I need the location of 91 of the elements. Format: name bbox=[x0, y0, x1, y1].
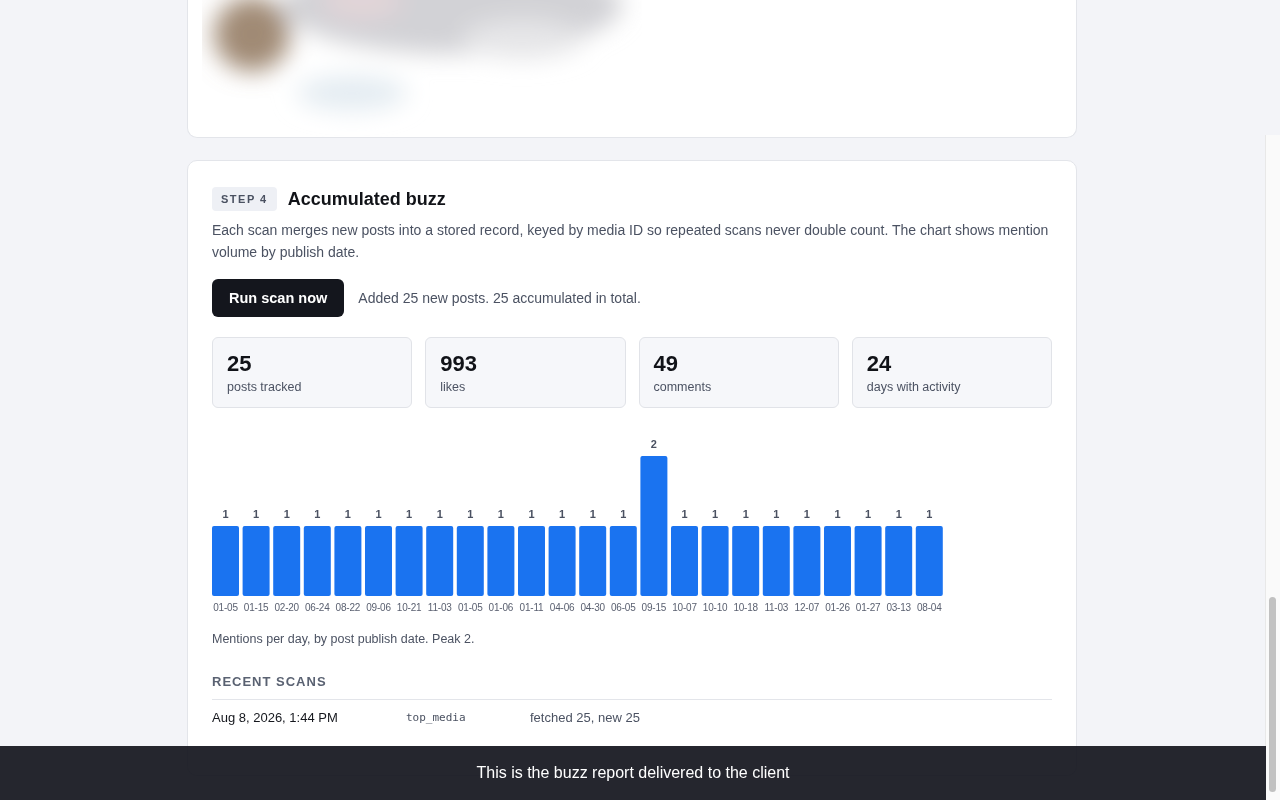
value-label: 1 bbox=[222, 508, 229, 520]
bar bbox=[824, 526, 851, 596]
run-scan-button[interactable]: Run scan now bbox=[212, 279, 345, 317]
section-title: Accumulated buzz bbox=[287, 188, 446, 210]
axis-label: 06-24 bbox=[305, 602, 330, 613]
bar bbox=[548, 526, 576, 596]
value-label: 1 bbox=[559, 508, 566, 520]
stat-value: 24 bbox=[866, 351, 893, 377]
axis-label: 11-03 bbox=[427, 602, 452, 613]
bar bbox=[303, 526, 331, 596]
value-label: 1 bbox=[712, 508, 719, 520]
value-label: 1 bbox=[406, 508, 413, 520]
bar bbox=[762, 526, 790, 596]
axis-label: 08-22 bbox=[335, 602, 361, 613]
axis-label: 10-18 bbox=[733, 602, 758, 613]
axis-label: 08-04 bbox=[917, 602, 942, 613]
axis-label: 10-07 bbox=[672, 602, 697, 613]
bar bbox=[426, 526, 454, 596]
axis-label: 01-26 bbox=[825, 602, 850, 613]
axis-label: 04-30 bbox=[580, 602, 605, 613]
bar bbox=[212, 526, 239, 596]
axis-label: 01-27 bbox=[855, 602, 881, 613]
bar bbox=[365, 526, 392, 596]
value-label: 1 bbox=[742, 508, 749, 520]
table-cell: fetched 25, new 25 bbox=[530, 710, 640, 725]
bar bbox=[518, 526, 545, 596]
table-cell-text: Aug 8, 2026, 1:44 PM bbox=[212, 710, 339, 725]
value-label: 1 bbox=[589, 508, 596, 520]
bar bbox=[273, 526, 301, 596]
stat-label: posts tracked bbox=[227, 380, 303, 394]
axis-label: 09-06 bbox=[366, 602, 391, 613]
stat-label: days with activity bbox=[866, 380, 962, 394]
value-label: 1 bbox=[620, 508, 627, 520]
value-label: 1 bbox=[681, 508, 688, 520]
bar bbox=[854, 526, 882, 596]
step-badge: STEP 4 bbox=[212, 187, 277, 211]
value-label: 1 bbox=[926, 508, 933, 520]
table-cell-text: top_media bbox=[406, 711, 467, 724]
bar bbox=[701, 526, 729, 596]
axis-label: 10-21 bbox=[396, 602, 422, 613]
chart-caption: Mentions per day, by post publish date. Peak 2. bbox=[212, 632, 476, 646]
value-label: 1 bbox=[375, 508, 382, 520]
bar bbox=[915, 526, 943, 596]
axis-label: 01-15 bbox=[243, 602, 269, 613]
stat-value: 25 bbox=[227, 351, 253, 377]
value-label: 1 bbox=[467, 508, 474, 520]
axis-label: 01-05 bbox=[458, 602, 483, 613]
bar bbox=[579, 526, 607, 596]
bar bbox=[732, 526, 760, 596]
stat-label: comments bbox=[653, 380, 713, 394]
axis-label: 02-20 bbox=[274, 602, 299, 613]
value-label: 1 bbox=[314, 508, 321, 520]
axis-label: 06-05 bbox=[611, 602, 636, 613]
axis-label: 01-11 bbox=[519, 602, 544, 613]
caption-text: This is the buzz report delivered to the client bbox=[476, 764, 790, 782]
axis-label: 12-07 bbox=[794, 602, 820, 613]
bar bbox=[609, 526, 637, 596]
bar bbox=[395, 526, 423, 596]
stat-value: 49 bbox=[653, 351, 679, 377]
axis-label: 09-15 bbox=[641, 602, 667, 613]
value-label: 1 bbox=[834, 508, 841, 520]
axis-label: 01-06 bbox=[488, 602, 514, 613]
axis-label: 04-06 bbox=[549, 602, 575, 613]
value-label: 1 bbox=[773, 508, 780, 520]
bar bbox=[885, 526, 913, 596]
description: Each scan merges new posts into a stored record, keyed by media ID so repeated scans never double count. The chart shows mention volume by publish date. bbox=[212, 221, 1050, 262]
scrollbar-thumb[interactable] bbox=[1269, 597, 1276, 792]
bar bbox=[242, 526, 270, 596]
value-label: 1 bbox=[528, 508, 535, 520]
bar bbox=[487, 526, 515, 596]
value-label: 1 bbox=[895, 508, 902, 520]
value-label: 1 bbox=[436, 508, 443, 520]
axis-label: 01-05 bbox=[213, 602, 238, 613]
bar bbox=[793, 526, 821, 596]
axis-label: 10-10 bbox=[702, 602, 728, 613]
value-label: 1 bbox=[497, 508, 504, 520]
stat-value: 993 bbox=[440, 351, 478, 377]
bar bbox=[671, 526, 698, 596]
stat-label: likes bbox=[440, 380, 467, 394]
value-label: 1 bbox=[803, 508, 810, 520]
value-label: 1 bbox=[865, 508, 872, 520]
bar bbox=[456, 526, 484, 596]
section-heading: RECENT SCANS bbox=[212, 674, 328, 689]
bar bbox=[334, 526, 362, 596]
axis-label: 03-13 bbox=[886, 602, 911, 613]
value-label: 1 bbox=[283, 508, 290, 520]
value-label: 1 bbox=[344, 508, 351, 520]
value-label: 1 bbox=[253, 508, 260, 520]
axis-label: 11-03 bbox=[764, 602, 789, 613]
scan-result: Added 25 new posts. 25 accumulated in total. bbox=[358, 290, 641, 306]
value-label: 2 bbox=[650, 438, 657, 450]
